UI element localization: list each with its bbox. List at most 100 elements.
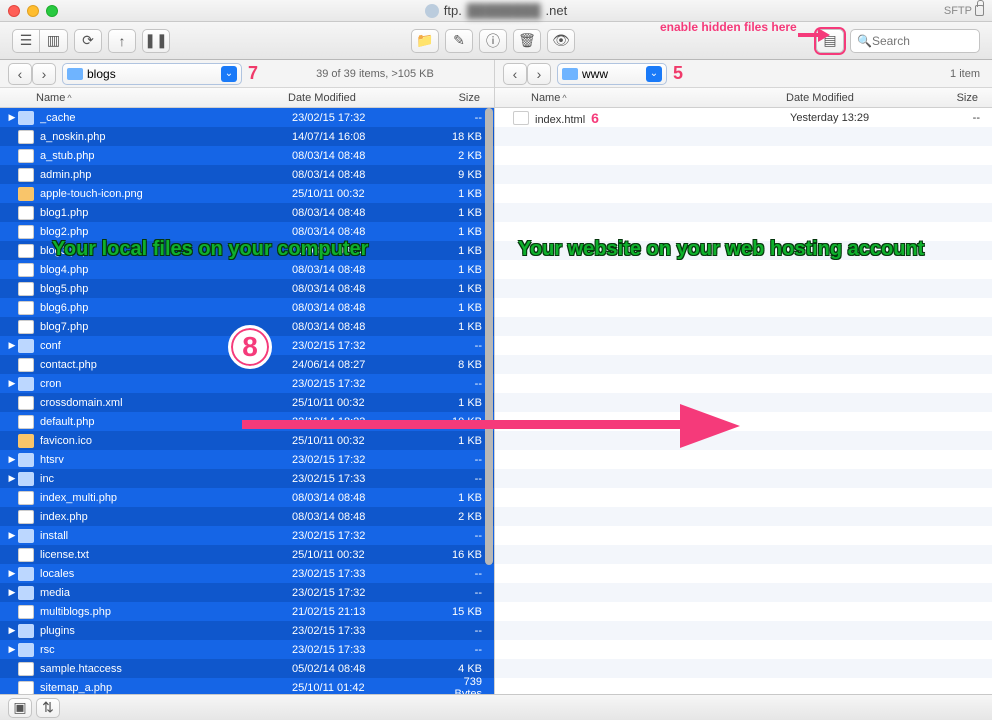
pause-button[interactable]: ❚❚: [142, 29, 170, 53]
col-date-header[interactable]: Date Modified: [288, 92, 430, 104]
disclosure-icon[interactable]: ▶: [6, 112, 18, 123]
file-date: 25/10/11 01:42: [292, 682, 434, 694]
file-row[interactable]: a_noskin.php14/07/14 16:0818 KB: [0, 127, 494, 146]
disclosure-icon[interactable]: ▶: [6, 644, 18, 655]
search-icon: 🔍: [857, 34, 872, 48]
local-filelist[interactable]: ▶_cache23/02/15 17:32--a_noskin.php14/07…: [0, 108, 494, 694]
remote-filelist[interactable]: index.html6Yesterday 13:29--: [495, 108, 992, 694]
disclosure-icon[interactable]: ▶: [6, 530, 18, 541]
col-size-header[interactable]: Size: [430, 92, 494, 104]
file-row[interactable]: blog3.php08/03/14 08:481 KB: [0, 241, 494, 260]
file-row[interactable]: blog6.php08/03/14 08:481 KB: [0, 298, 494, 317]
file-name: blog5.php: [40, 283, 292, 295]
file-row[interactable]: default.php22/12/14 18:2310 KB: [0, 412, 494, 431]
file-row[interactable]: crossdomain.xml25/10/11 00:321 KB: [0, 393, 494, 412]
col-date-header[interactable]: Date Modified: [786, 92, 928, 104]
empty-row: [495, 412, 992, 431]
file-date: 23/02/15 17:33: [292, 644, 434, 656]
remote-headers: Name^ Date Modified Size: [495, 88, 992, 108]
search-input[interactable]: [872, 34, 992, 48]
file-row[interactable]: favicon.ico25/10/11 00:321 KB: [0, 431, 494, 450]
file-row[interactable]: ▶htsrv23/02/15 17:32--: [0, 450, 494, 469]
scrollbar[interactable]: [485, 108, 493, 694]
file-date: 23/02/15 17:32: [292, 378, 434, 390]
empty-row: [495, 146, 992, 165]
file-row[interactable]: index.html6Yesterday 13:29--: [495, 108, 992, 127]
disclosure-icon[interactable]: ▶: [6, 625, 18, 636]
empty-row: [495, 336, 992, 355]
local-pane: ‹ › blogs ⌄ 7 39 of 39 items, >105 KB Na…: [0, 60, 495, 694]
file-row[interactable]: blog5.php08/03/14 08:481 KB: [0, 279, 494, 298]
local-status: 39 of 39 items, >105 KB: [264, 68, 486, 80]
new-folder-button[interactable]: 📁: [411, 29, 439, 53]
local-back-button[interactable]: ‹: [8, 63, 32, 85]
file-row[interactable]: blog1.php08/03/14 08:481 KB: [0, 203, 494, 222]
file-row[interactable]: ▶plugins23/02/15 17:33--: [0, 621, 494, 640]
show-hidden-button[interactable]: ▤: [816, 29, 844, 53]
file-row[interactable]: ▶media23/02/15 17:32--: [0, 583, 494, 602]
file-row[interactable]: contact.php24/06/14 08:278 KB: [0, 355, 494, 374]
title-suffix: .net: [546, 3, 568, 18]
file-row[interactable]: sitemap_a.php25/10/11 01:42739 Bytes: [0, 678, 494, 694]
file-row[interactable]: ▶cron23/02/15 17:32--: [0, 374, 494, 393]
file-name: contact.php: [40, 359, 292, 371]
chevron-down-icon[interactable]: ⌄: [646, 66, 662, 82]
refresh-button[interactable]: ⟳: [74, 29, 102, 53]
file-row[interactable]: ▶_cache23/02/15 17:32--: [0, 108, 494, 127]
remote-forward-button[interactable]: ›: [527, 63, 551, 85]
local-forward-button[interactable]: ›: [32, 63, 56, 85]
chevron-down-icon[interactable]: ⌄: [221, 66, 237, 82]
empty-row: [495, 431, 992, 450]
img-icon: [18, 187, 34, 201]
file-row[interactable]: admin.php08/03/14 08:489 KB: [0, 165, 494, 184]
folder-icon: [18, 586, 34, 600]
disclosure-icon[interactable]: ▶: [6, 473, 18, 484]
file-row[interactable]: index_multi.php08/03/14 08:481 KB: [0, 488, 494, 507]
remote-back-button[interactable]: ‹: [503, 63, 527, 85]
search-box[interactable]: 🔍 ⓧ: [850, 29, 980, 53]
remote-path-chip[interactable]: www ⌄: [557, 63, 667, 85]
disclosure-icon[interactable]: ▶: [6, 587, 18, 598]
col-name-header[interactable]: Name^: [0, 92, 288, 104]
file-name: a_noskin.php: [40, 131, 292, 143]
disclosure-icon[interactable]: ▶: [6, 378, 18, 389]
annotation-5: 5: [673, 63, 683, 84]
delete-button[interactable]: 🗑: [513, 29, 541, 53]
file-row[interactable]: ▶conf23/02/15 17:32--: [0, 336, 494, 355]
col-size-header[interactable]: Size: [928, 92, 992, 104]
view-list-button[interactable]: ☰: [12, 29, 40, 53]
view-columns-button[interactable]: ▥: [40, 29, 68, 53]
file-row[interactable]: ▶install23/02/15 17:32--: [0, 526, 494, 545]
disclosure-icon[interactable]: ▶: [6, 568, 18, 579]
quicklook-button[interactable]: 👁: [547, 29, 575, 53]
file-row[interactable]: ▶rsc23/02/15 17:33--: [0, 640, 494, 659]
empty-row: [495, 260, 992, 279]
file-row[interactable]: blog4.php08/03/14 08:481 KB: [0, 260, 494, 279]
disclosure-icon[interactable]: ▶: [6, 340, 18, 351]
file-row[interactable]: blog7.php08/03/14 08:481 KB: [0, 317, 494, 336]
local-path-chip[interactable]: blogs ⌄: [62, 63, 242, 85]
file-row[interactable]: ▶locales23/02/15 17:33--: [0, 564, 494, 583]
file-row[interactable]: ▶inc23/02/15 17:33--: [0, 469, 494, 488]
file-row[interactable]: a_stub.php08/03/14 08:482 KB: [0, 146, 494, 165]
file-icon: [18, 548, 34, 562]
empty-row: [495, 583, 992, 602]
toggle-pane-button[interactable]: ▣: [8, 698, 32, 718]
col-name-header[interactable]: Name^: [495, 92, 786, 104]
file-name: default.php: [40, 416, 292, 428]
file-date: 23/02/15 17:33: [292, 625, 434, 637]
file-name: _cache: [40, 112, 292, 124]
edit-button[interactable]: ✎: [445, 29, 473, 53]
file-row[interactable]: multiblogs.php21/02/15 21:1315 KB: [0, 602, 494, 621]
file-row[interactable]: sample.htaccess05/02/14 08:484 KB: [0, 659, 494, 678]
upload-button[interactable]: ↑: [108, 29, 136, 53]
disclosure-icon[interactable]: ▶: [6, 454, 18, 465]
file-name: favicon.ico: [40, 435, 292, 447]
info-button[interactable]: ⓘ: [479, 29, 507, 53]
file-row[interactable]: apple-touch-icon.png25/10/11 00:321 KB: [0, 184, 494, 203]
remote-path: www: [582, 67, 608, 81]
file-row[interactable]: index.php08/03/14 08:482 KB: [0, 507, 494, 526]
file-row[interactable]: license.txt25/10/11 00:3216 KB: [0, 545, 494, 564]
file-row[interactable]: blog2.php08/03/14 08:481 KB: [0, 222, 494, 241]
transfer-queue-button[interactable]: ⇅: [36, 698, 60, 718]
